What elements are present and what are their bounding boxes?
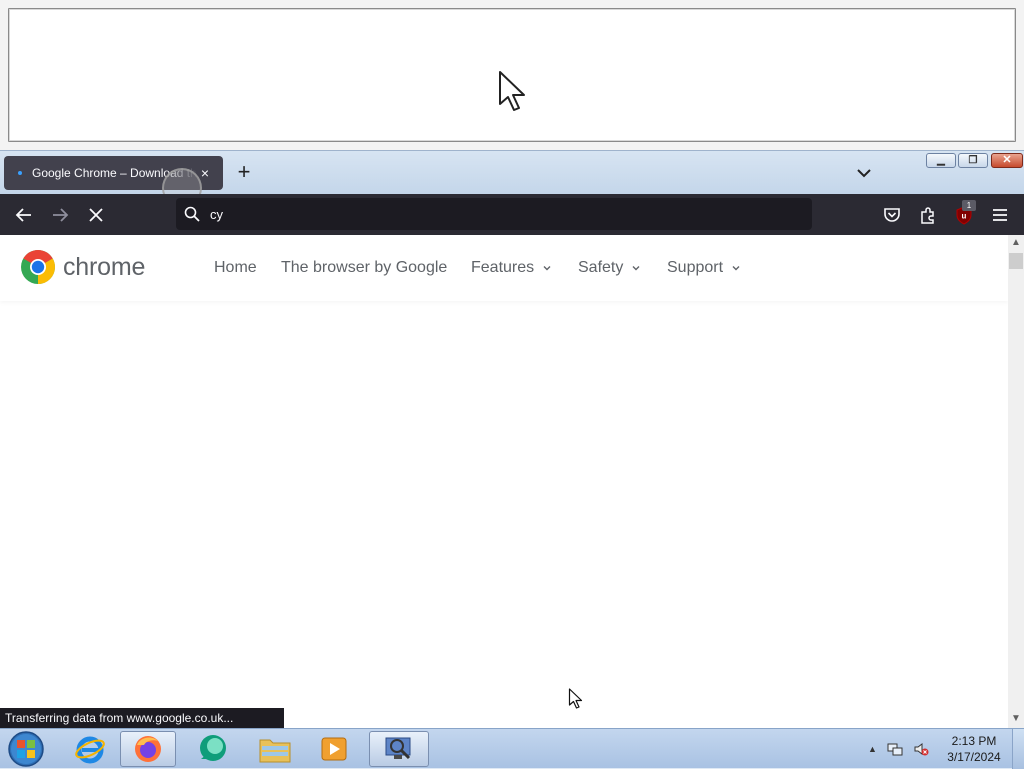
url-bar[interactable] [176, 198, 812, 230]
remote-tool-taskbar-button[interactable] [369, 731, 429, 767]
chevron-down-icon [732, 266, 740, 271]
list-all-tabs-chevron-icon[interactable] [852, 163, 876, 183]
magnifier-monitor-icon [385, 737, 411, 760]
nav-support[interactable]: Support [667, 259, 741, 277]
navigation-toolbar: u 1 [0, 194, 1024, 235]
taskbar: ▲ 2:13 PM 3/17/2024 [0, 728, 1024, 769]
taskbar-clock[interactable]: 2:13 PM 3/17/2024 [940, 733, 1008, 765]
firefox-taskbar-button[interactable] [120, 731, 176, 767]
volume-muted-icon[interactable] [913, 741, 929, 757]
tab-strip: Google Chrome – Download the fast, secur… [0, 150, 1024, 208]
show-desktop-button[interactable] [1012, 729, 1024, 769]
internet-explorer-taskbar-button[interactable] [62, 731, 118, 767]
scroll-thumb[interactable] [1009, 253, 1023, 269]
nav-support-label: Support [667, 259, 724, 276]
viewer-area [0, 0, 1024, 150]
scroll-up-arrow-icon[interactable]: ▲ [1010, 237, 1022, 249]
active-tab[interactable]: Google Chrome – Download the fast, secur… [4, 156, 223, 208]
site-header: chrome Home The browser by Google Featur… [0, 235, 1008, 301]
chevron-down-icon [632, 266, 640, 271]
nav-features[interactable]: Features [471, 259, 552, 277]
nav-safety-label: Safety [578, 259, 624, 276]
media-player-icon [321, 737, 347, 761]
show-hidden-icons-arrow-icon[interactable]: ▲ [868, 744, 877, 754]
system-tray: ▲ [868, 741, 929, 757]
url-input[interactable] [210, 205, 770, 223]
restore-button[interactable]: ❐ [958, 153, 988, 168]
page-scrollbar[interactable]: ▲ ▼ [1008, 235, 1024, 728]
chrome-logo-icon[interactable] [20, 249, 56, 285]
start-orb-icon[interactable] [4, 730, 48, 768]
internet-explorer-icon [75, 736, 105, 764]
clock-date: 3/17/2024 [947, 750, 1001, 764]
close-window-button[interactable]: ✕ [991, 153, 1023, 168]
nav-home[interactable]: Home [214, 259, 257, 277]
nav-browser-label: The browser by Google [281, 259, 448, 276]
mouse-cursor-icon [499, 71, 525, 111]
back-arrow-icon[interactable] [13, 204, 35, 226]
minimize-button[interactable]: ▁ [926, 153, 956, 168]
status-bar: Transferring data from www.google.co.uk.… [0, 708, 284, 728]
clock-time: 2:13 PM [951, 734, 997, 748]
mouse-cursor-icon [568, 688, 583, 709]
new-tab-button[interactable]: + [232, 161, 256, 185]
forward-arrow-icon[interactable] [49, 204, 71, 226]
chrome-wordmark[interactable]: chrome [63, 253, 145, 282]
nav-home-label: Home [214, 259, 257, 276]
web-page: chrome Home The browser by Google Featur… [0, 235, 1008, 728]
chevron-down-icon [543, 266, 551, 271]
chat-bubble-icon [200, 735, 226, 761]
nav-safety[interactable]: Safety [578, 259, 641, 277]
pocket-icon[interactable] [881, 204, 903, 226]
search-icon [184, 206, 200, 222]
file-explorer-taskbar-button[interactable] [247, 731, 303, 767]
hamburger-menu-icon[interactable] [989, 204, 1011, 226]
network-icon[interactable] [887, 741, 903, 757]
firefox-icon [135, 736, 161, 762]
extensions-puzzle-icon[interactable] [917, 204, 939, 226]
nav-browser-by-google[interactable]: The browser by Google [281, 259, 447, 277]
app-bubble-taskbar-button[interactable] [185, 731, 241, 767]
stop-loading-icon[interactable] [85, 204, 107, 226]
loading-dot-icon [18, 171, 22, 175]
svg-text:u: u [962, 212, 967, 221]
scroll-down-arrow-icon[interactable]: ▼ [1010, 713, 1022, 725]
ublock-count-badge: 1 [962, 200, 976, 211]
nav-features-label: Features [471, 259, 535, 276]
media-player-taskbar-button[interactable] [306, 731, 362, 767]
folder-icon [259, 739, 291, 763]
